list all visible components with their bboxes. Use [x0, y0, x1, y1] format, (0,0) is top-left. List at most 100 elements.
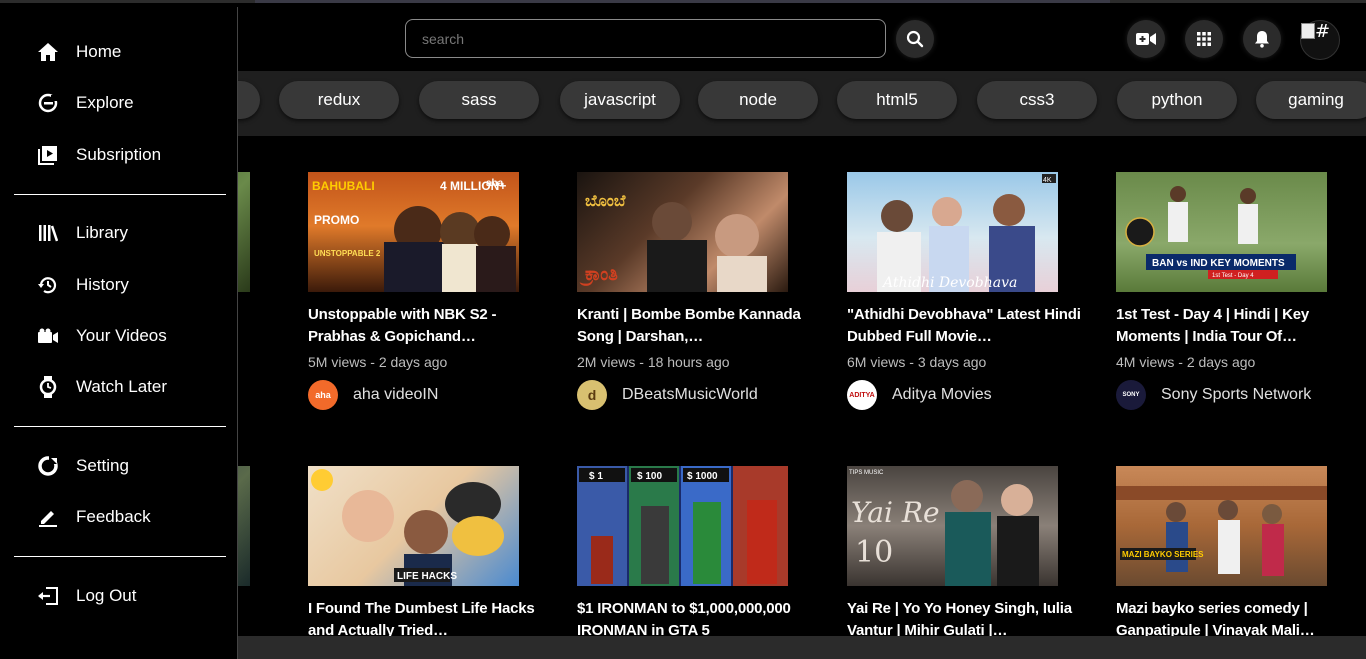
search-box[interactable] [405, 19, 886, 58]
edit-icon [36, 505, 60, 529]
sidebar-item-label: Explore [76, 93, 134, 112]
explore-icon [36, 91, 60, 115]
view-count: 6M views [847, 354, 906, 370]
svg-text:1st Test - Day 4: 1st Test - Day 4 [1212, 273, 1254, 279]
video-thumbnail[interactable]: $ 1 $ 100 $ 1000 [577, 466, 788, 586]
sidebar-item-history[interactable]: History [36, 270, 129, 300]
view-count: 5M views [308, 354, 367, 370]
sidebar-divider [14, 194, 226, 195]
video-thumbnail[interactable]: BAN vs IND KEY MOMENTS 1st Test - Day 4 [1116, 172, 1327, 292]
sidebar-item-library[interactable]: Library [36, 218, 128, 248]
sidebar-item-label: History [76, 275, 129, 294]
channel-name[interactable]: Sony Sports Network [1161, 386, 1311, 404]
upload-age: 3 days ago [917, 354, 987, 370]
avatar[interactable]: # [1300, 20, 1340, 60]
history-icon [36, 273, 60, 297]
sidebar-item-label: Library [76, 223, 128, 242]
video-title[interactable]: Kranti | Bombe Bombe Kannada Song | Dars… [577, 304, 812, 348]
sidebar-item-your-videos[interactable]: Your Videos [36, 321, 167, 351]
channel-avatar[interactable]: ADITYA [847, 380, 877, 410]
horizontal-scrollbar[interactable] [238, 636, 1366, 659]
channel-info[interactable]: aha aha videoIN [308, 380, 438, 410]
channel-info[interactable]: SONY Sony Sports Network [1116, 380, 1311, 410]
thumbnail-art: Yai Re 10 TIPS MUSIC [849, 470, 1039, 586]
subscription-icon [36, 143, 60, 167]
notifications-button[interactable] [1243, 20, 1281, 58]
channel-info[interactable]: ADITYA Aditya Movies [847, 380, 992, 410]
sidebar-item-explore[interactable]: Explore [36, 88, 134, 118]
sidebar-item-feedback[interactable]: Feedback [36, 502, 151, 532]
upload-age: 2 days ago [1186, 354, 1256, 370]
svg-text:LIFE HACKS: LIFE HACKS [397, 571, 457, 582]
settings-icon [36, 454, 60, 478]
channel-name[interactable]: Aditya Movies [892, 386, 992, 404]
chip-sass[interactable]: sass [419, 81, 539, 119]
sidebar: Home Explore Subsription Library History… [0, 7, 238, 659]
thumbnail-art: $ 1 $ 100 $ 1000 [577, 466, 788, 586]
channel-name[interactable]: DBeatsMusicWorld [622, 386, 758, 404]
svg-text:aha: aha [486, 178, 504, 189]
svg-text:PROMO: PROMO [314, 213, 359, 227]
sidebar-item-label: Home [76, 42, 122, 61]
chip-css3[interactable]: css3 [977, 81, 1097, 119]
video-thumbnail[interactable]: Athidhi Devobhava 4K [847, 172, 1058, 292]
search-button[interactable] [896, 20, 934, 58]
chip-redux[interactable]: redux [279, 81, 399, 119]
apps-button[interactable] [1185, 20, 1223, 58]
sidebar-item-label: Log Out [76, 586, 137, 605]
thumbnail-art: BAHUBALI PROMO UNSTOPPABLE 2 4 MILLION+ … [312, 178, 516, 292]
svg-text:$ 1: $ 1 [589, 471, 603, 482]
create-video-button[interactable] [1127, 20, 1165, 58]
video-thumbnail[interactable]: BAHUBALI PROMO UNSTOPPABLE 2 4 MILLION+ … [308, 172, 519, 292]
grid-icon [1197, 32, 1211, 46]
video-thumbnail[interactable]: LIFE HACKS [308, 466, 519, 586]
video-title[interactable]: Unstoppable with NBK S2 - Prabhas & Gopi… [308, 304, 543, 348]
sidebar-item-watch-later[interactable]: Watch Later [36, 372, 167, 402]
view-count: 4M views [1116, 354, 1175, 370]
video-thumbnail[interactable]: Yai Re 10 TIPS MUSIC [847, 466, 1058, 586]
video-title[interactable]: 1st Test - Day 4 | Hindi | Key Moments |… [1116, 304, 1351, 348]
channel-avatar[interactable]: SONY [1116, 380, 1146, 410]
library-icon [36, 221, 60, 245]
chip-python[interactable]: python [1117, 81, 1237, 119]
svg-text:BAN vs IND KEY MOMENTS: BAN vs IND KEY MOMENTS [1152, 258, 1285, 269]
channel-info[interactable]: d DBeatsMusicWorld [577, 380, 758, 410]
home-icon [36, 40, 60, 64]
thumbnail-art: BAN vs IND KEY MOMENTS 1st Test - Day 4 [1125, 186, 1296, 279]
view-count: 2M views [577, 354, 636, 370]
svg-text:Yai Re: Yai Re [851, 496, 940, 529]
svg-text:$ 1000: $ 1000 [687, 471, 718, 482]
chip-node[interactable]: node [698, 81, 818, 119]
video-meta: 2M views - 18 hours ago [577, 354, 730, 370]
upload-age: 2 days ago [378, 354, 448, 370]
thumbnail-art: LIFE HACKS [311, 469, 504, 586]
sidebar-item-setting[interactable]: Setting [36, 451, 129, 481]
svg-text:ಕ್ರಾಂತಿ: ಕ್ರಾಂತಿ [579, 264, 618, 287]
chip-gaming[interactable]: gaming [1256, 81, 1366, 119]
sidebar-item-log-out[interactable]: Log Out [36, 581, 137, 611]
broken-image-icon [1301, 23, 1315, 39]
thumbnail-art: Athidhi Devobhava 4K [877, 174, 1056, 292]
sidebar-item-subscription[interactable]: Subsription [36, 140, 161, 170]
sidebar-item-label: Your Videos [76, 326, 167, 345]
sidebar-item-home[interactable]: Home [36, 37, 121, 67]
sidebar-divider [14, 426, 226, 427]
channel-avatar[interactable]: d [577, 380, 607, 410]
svg-text:UNSTOPPABLE 2: UNSTOPPABLE 2 [314, 249, 381, 258]
chip-javascript[interactable]: javascript [560, 81, 680, 119]
svg-text:ಬೊಂಬೆ: ಬೊಂಬೆ [585, 191, 626, 210]
video-camera-icon [36, 324, 60, 348]
svg-text:10: 10 [855, 535, 893, 570]
video-thumbnail[interactable]: ಬೊಂಬೆ ಕ್ರಾಂತಿ [577, 172, 788, 292]
video-meta: 5M views - 2 days ago [308, 354, 448, 370]
svg-text:$ 100: $ 100 [637, 471, 662, 482]
video-meta: 6M views - 3 days ago [847, 354, 987, 370]
svg-text:MAZI BAYKO SERIES: MAZI BAYKO SERIES [1122, 550, 1204, 559]
chip-html5[interactable]: html5 [837, 81, 957, 119]
channel-name[interactable]: aha videoIN [353, 386, 438, 404]
channel-avatar[interactable]: aha [308, 380, 338, 410]
svg-text:TIPS MUSIC: TIPS MUSIC [849, 470, 884, 476]
video-title[interactable]: "Athidhi Devobhava" Latest Hindi Dubbed … [847, 304, 1082, 348]
video-thumbnail[interactable]: MAZI BAYKO SERIES [1116, 466, 1327, 586]
search-input[interactable] [422, 30, 869, 47]
